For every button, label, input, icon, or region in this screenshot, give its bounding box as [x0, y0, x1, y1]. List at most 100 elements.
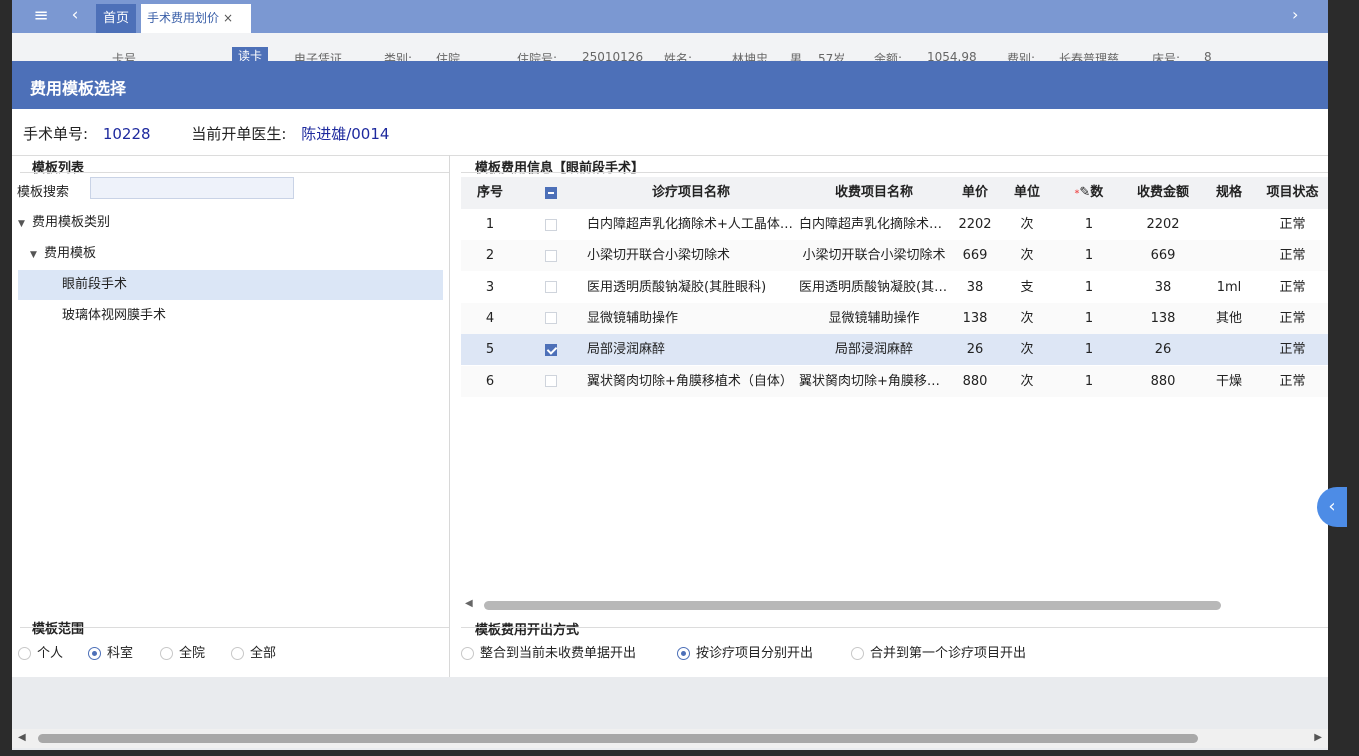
col-item: 诊疗项目名称: [651, 185, 730, 200]
row-checkbox[interactable]: [545, 218, 557, 231]
radio-icon[interactable]: [677, 647, 690, 660]
cell-item: 翼状胬肉切除+角膜移植术（自体）: [587, 373, 793, 389]
table-row[interactable]: 5 局部浸润麻醉 局部浸润麻醉 26 次 1 26 正常: [461, 334, 1328, 366]
table-row[interactable]: 2 小梁切开联合小梁切除术 小梁切开联合小梁切除术 669 次 1 669 正常: [461, 240, 1328, 272]
cell-no: 3: [485, 279, 495, 295]
row-checkbox[interactable]: [545, 375, 557, 387]
method-option-merge-first[interactable]: 合并到第一个诊疗项目开出: [851, 642, 1026, 661]
splitter[interactable]: [449, 155, 450, 677]
col-select-all[interactable]: [519, 177, 583, 209]
cell-charge: 医用透明质酸钠凝胶(其胜眼科): [799, 279, 949, 295]
card-label: 卡号: [112, 52, 137, 61]
radio-icon[interactable]: [88, 647, 101, 660]
table-row[interactable]: 4 显微镜辅助操作 显微镜辅助操作 138 次 1 138 其他 正常: [461, 302, 1328, 334]
range-option-hospital[interactable]: 全院: [160, 642, 205, 661]
radio-label: 科室: [107, 646, 134, 661]
tree-node-anterior-surgery[interactable]: 眼前段手术: [18, 270, 443, 300]
row-checkbox[interactable]: [545, 312, 557, 325]
cell-amount: 669: [1150, 248, 1176, 264]
name-label: 姓名:: [664, 52, 693, 61]
back-arrow-icon[interactable]: ‹: [66, 5, 84, 25]
divider: [461, 627, 1328, 628]
read-card-button[interactable]: 读卡: [232, 47, 269, 61]
cell-item: 医用透明质酸钠凝胶(其胜眼科): [587, 279, 767, 295]
cell-qty[interactable]: 1: [1053, 240, 1125, 271]
range-option-personal[interactable]: 个人: [18, 642, 63, 661]
table-row[interactable]: 1 白内障超声乳化摘除术+人工晶体植入术白内障超声乳化摘除术+人工晶体植入术 220…: [461, 209, 1328, 240]
page-horizontal-scrollbar[interactable]: ◀ ▶: [12, 729, 1328, 748]
name-value: 林坤忠: [732, 52, 769, 61]
cell-select[interactable]: [519, 366, 583, 397]
cell-select[interactable]: [519, 240, 583, 271]
e-voucher-button[interactable]: 电子凭证: [294, 50, 342, 61]
col-spec: 规格: [1215, 185, 1242, 200]
cell-select[interactable]: [519, 303, 583, 334]
tree-label: 费用模板: [44, 246, 97, 261]
radio-label: 整合到当前未收费单据开出: [480, 646, 637, 661]
table-row[interactable]: 6 翼状胬肉切除+角膜移植术（自体） 翼状胬肉切除+角膜移植术 880 次 1 880 干燥 正…: [461, 365, 1328, 397]
cell-qty[interactable]: 1: [1053, 334, 1125, 365]
close-icon[interactable]: ×: [223, 11, 233, 25]
gender-value: 男: [790, 52, 803, 61]
expand-triangle-icon[interactable]: ▼: [18, 209, 32, 239]
cell-unit: 次: [1020, 373, 1034, 389]
row-checkbox[interactable]: [545, 249, 557, 262]
col-qty: *✎数: [1053, 177, 1125, 209]
table-row[interactable]: 3 医用透明质酸钠凝胶(其胜眼科) 医用透明质酸钠凝胶(其胜眼科) 38 支 1 38 1ml…: [461, 272, 1328, 303]
cell-amount: 26: [1154, 342, 1172, 358]
cell-unit: 支: [1020, 279, 1034, 295]
type-select[interactable]: 住院: [436, 50, 460, 61]
expand-triangle-icon[interactable]: ▼: [30, 240, 44, 270]
cell-qty[interactable]: 1: [1053, 209, 1125, 240]
range-option-department[interactable]: 科室: [88, 642, 133, 661]
cell-charge: 局部浸润麻醉: [834, 342, 913, 358]
bed-label: 床号:: [1152, 52, 1181, 61]
cell-qty[interactable]: 1: [1053, 366, 1125, 397]
cell-item: 局部浸润麻醉: [587, 342, 666, 358]
range-option-all[interactable]: 全部: [231, 642, 276, 661]
template-search-input[interactable]: [90, 177, 294, 199]
tab-home[interactable]: 首页: [96, 4, 136, 33]
select-all-checkbox[interactable]: [545, 186, 557, 199]
radio-icon[interactable]: [461, 647, 474, 660]
row-checkbox[interactable]: [545, 281, 557, 294]
forward-arrow-icon[interactable]: ›: [1292, 5, 1308, 25]
cell-charge: 翼状胬肉切除+角膜移植术: [799, 373, 949, 389]
scrollbar-thumb[interactable]: [38, 734, 1198, 743]
dialog-header: 费用模板选择: [12, 61, 1328, 109]
cell-charge: 白内障超声乳化摘除术+人工晶体植入术: [799, 217, 949, 232]
cell-select[interactable]: [519, 209, 583, 240]
row-checkbox[interactable]: [545, 343, 557, 356]
method-option-merge-current[interactable]: 整合到当前未收费单据开出: [461, 642, 636, 661]
radio-label: 合并到第一个诊疗项目开出: [870, 646, 1027, 661]
radio-icon[interactable]: [851, 647, 864, 660]
scroll-left-arrow-icon[interactable]: ◀: [18, 732, 26, 743]
tree-node-template[interactable]: ▼ 费用模板: [30, 239, 443, 269]
radio-icon[interactable]: [18, 647, 31, 660]
fee-label: 费别:: [1007, 52, 1036, 61]
scrollbar-thumb[interactable]: [484, 601, 1221, 610]
patient-toolbar: 卡号 读卡 电子凭证 类别: 住院 住院号: 25010126 姓名: 林坤忠 …: [12, 33, 1328, 61]
radio-icon[interactable]: [231, 647, 244, 660]
cell-select[interactable]: [519, 272, 583, 303]
method-option-by-item[interactable]: 按诊疗项目分别开出: [677, 642, 813, 661]
menu-icon[interactable]: ≡: [30, 7, 52, 25]
scroll-left-arrow-icon[interactable]: ◀: [465, 598, 473, 609]
scroll-right-arrow-icon[interactable]: ▶: [1314, 732, 1322, 743]
cell-item: 白内障超声乳化摘除术+人工晶体植入术: [587, 217, 799, 232]
col-amount: 收费金额: [1136, 185, 1189, 200]
cell-qty[interactable]: 1: [1053, 272, 1125, 303]
radio-icon[interactable]: [160, 647, 173, 660]
tree-node-vitreoretinal-surgery[interactable]: 玻璃体视网膜手术: [18, 301, 443, 331]
table-horizontal-scrollbar[interactable]: ◀: [461, 598, 1328, 612]
age-value: 57岁: [818, 52, 846, 61]
radio-label: 个人: [37, 646, 64, 661]
cell-item: 小梁切开联合小梁切除术: [587, 248, 731, 264]
tab-surgery-pricing[interactable]: 手术费用划价 ×: [141, 4, 251, 33]
cell-qty[interactable]: 1: [1053, 303, 1125, 334]
cell-price: 880: [962, 373, 988, 389]
cell-spec: [1201, 240, 1257, 271]
col-status: 项目状态: [1266, 185, 1319, 200]
tree-node-category[interactable]: ▼ 费用模板类别: [18, 208, 443, 238]
cell-select[interactable]: [519, 334, 583, 365]
